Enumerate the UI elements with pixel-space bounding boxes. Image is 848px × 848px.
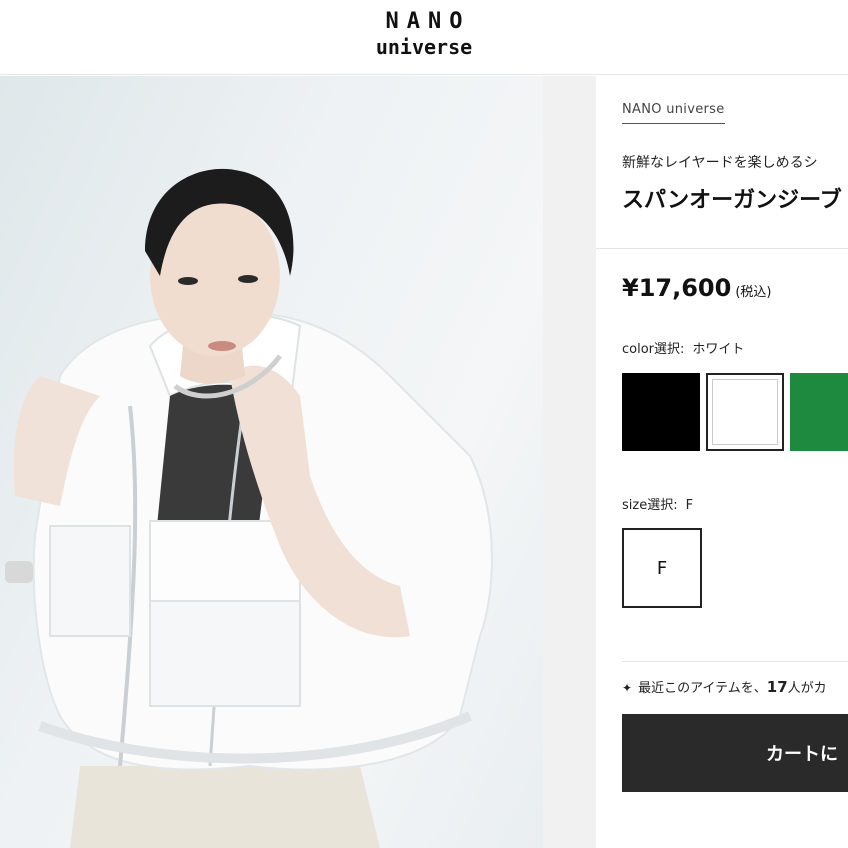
popularity-notice: ✦ 最近このアイテムを、17人がカ — [622, 677, 827, 696]
catch-copy: 新鮮なレイヤードを楽しめるシ — [622, 155, 818, 171]
brand-logo[interactable]: NANO universe — [0, 9, 848, 59]
divider — [596, 248, 848, 249]
site-header: NANO universe — [0, 0, 848, 75]
size-option-f[interactable]: F — [622, 528, 702, 608]
selected-size: F — [685, 498, 694, 513]
product-page: NANO universe NANO universe 新鮮なレイヤードを楽しめ… — [0, 0, 848, 848]
color-swatch-white[interactable] — [706, 373, 784, 451]
logo-line-1: NANO — [385, 9, 471, 34]
size-selection-label: size選択: F — [622, 494, 693, 513]
notice-suffix: 人がカ — [787, 681, 827, 696]
color-swatch-black[interactable] — [622, 373, 700, 451]
product-info-panel: NANO universe 新鮮なレイヤードを楽しめるシ スパンオーガンジーブ … — [596, 76, 848, 848]
divider — [622, 661, 848, 662]
selected-indicator — [712, 379, 778, 445]
selected-color: ホワイト — [692, 342, 745, 357]
model-photo-illustration — [5, 168, 493, 848]
image-gutter — [543, 76, 596, 848]
brand-link[interactable]: NANO universe — [622, 102, 725, 124]
color-swatch-green[interactable] — [790, 373, 848, 451]
product-title: スパンオーガンジーブ — [622, 188, 842, 213]
price: ¥17,600 (税込) — [622, 274, 771, 302]
add-to-cart-button[interactable]: カートに — [622, 714, 848, 792]
color-label-text: color選択: — [622, 342, 685, 357]
logo-line-2: universe — [375, 35, 473, 59]
size-label-text: size選択: — [622, 498, 678, 513]
product-image[interactable] — [0, 76, 543, 848]
sparkle-icon: ✦ — [622, 681, 633, 695]
notice-count: 17 — [766, 678, 788, 696]
notice-prefix: 最近このアイテムを、 — [638, 681, 767, 696]
tax-label: (税込) — [735, 285, 772, 300]
price-value: ¥17,600 — [622, 274, 732, 302]
color-selection-label: color選択: ホワイト — [622, 338, 744, 357]
